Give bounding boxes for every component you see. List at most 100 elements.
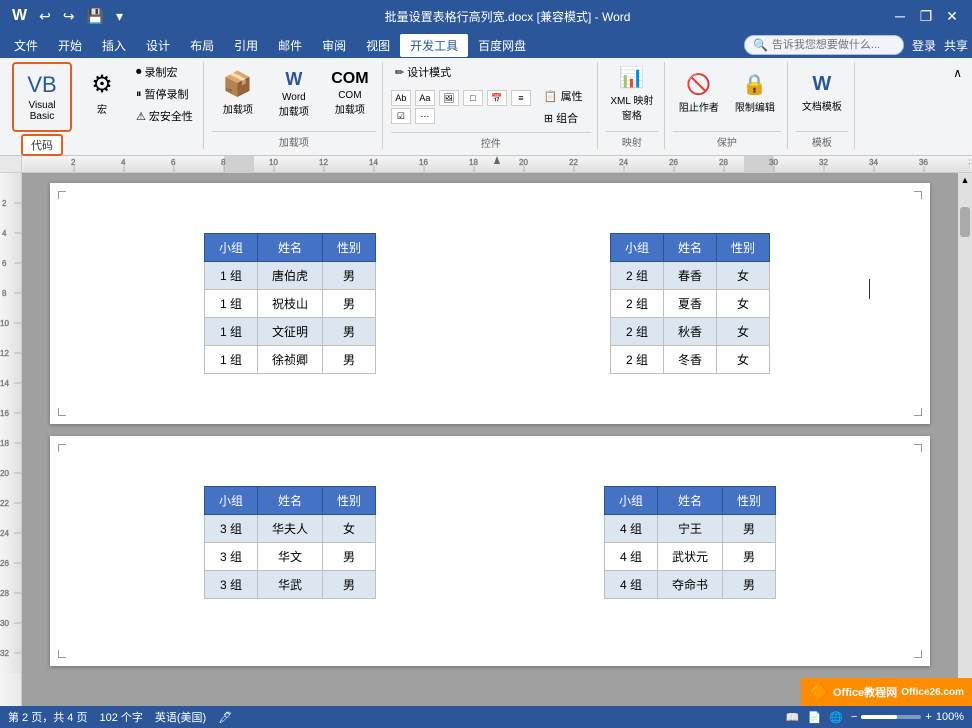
zoom-in-btn[interactable]: + — [925, 711, 931, 723]
menu-view[interactable]: 视图 — [356, 34, 400, 57]
table4-col-group: 小组 — [604, 487, 657, 515]
ctrl-chk-icon[interactable]: ☑ — [391, 108, 411, 124]
search-input[interactable] — [772, 39, 892, 51]
table4-col-gender: 性别 — [723, 487, 776, 515]
page-section-4: 小组 姓名 性别 4 组宁王男4 组武状元男4 组夺命书男 — [510, 466, 870, 636]
table-row: 3 组华武男 — [204, 571, 375, 599]
document-area[interactable]: 小组 姓名 性别 1 组唐伯虎男1 组祝枝山男1 组文征明男1 组徐祯卿男 小组 — [22, 173, 958, 707]
security-icon: ⚠ — [136, 110, 146, 123]
group-btn[interactable]: ⊞ 组合 — [540, 108, 587, 128]
status-bar: 第 2 页，共 4 页 102 个字 英语(美国) 🖊 📖 📄 🌐 − + 10… — [0, 706, 972, 728]
table1-col-group: 小组 — [204, 234, 257, 262]
table-cell: 女 — [717, 290, 770, 318]
ctrl-img-icon[interactable]: 🖼 — [439, 90, 459, 106]
xml-map-button[interactable]: 📊 XML 映射窗格 — [606, 62, 658, 124]
macro-small-buttons: ⏺ 录制宏 ⏸ 暂停录制 ⚠ 宏安全性 — [132, 62, 197, 126]
menu-file[interactable]: 文件 — [4, 34, 48, 57]
macro-button[interactable]: ⚙ 宏 — [76, 62, 128, 124]
menu-review[interactable]: 审阅 — [312, 34, 356, 57]
design-mode-btn[interactable]: ✏ 设计模式 — [391, 62, 455, 82]
table-row: 1 组唐伯虎男 — [204, 262, 375, 290]
table-row: 2 组春香女 — [610, 262, 769, 290]
ctrl-date-icon[interactable]: 📅 — [487, 90, 507, 106]
svg-text:16: 16 — [0, 409, 9, 418]
restrict-edit-button[interactable]: 🔒 限制编辑 — [729, 62, 781, 124]
visual-basic-button[interactable]: VB Visual Basic — [12, 62, 72, 132]
word-addins-button[interactable]: W Word加载项 — [268, 62, 320, 124]
watermark-url: Office26.com — [901, 687, 964, 698]
record-macro-button[interactable]: ⏺ 录制宏 — [132, 62, 197, 82]
word-icon: W — [8, 5, 31, 27]
redo-btn[interactable]: ↪ — [59, 6, 79, 27]
minimize-btn[interactable]: ─ — [888, 4, 912, 28]
controls-group-content: ✏ 设计模式 Ab Aa 🖼 □ 📅 ≡ ☑ — [391, 62, 591, 128]
ribbon-collapse-btn[interactable]: ∧ — [949, 62, 966, 84]
table4-col-name: 姓名 — [657, 487, 722, 515]
read-mode-btn[interactable]: 📖 — [786, 711, 800, 724]
doc-template-icon: W — [812, 73, 831, 96]
group-label: 组合 — [556, 110, 578, 126]
menu-insert[interactable]: 插入 — [92, 34, 136, 57]
menu-layout[interactable]: 布局 — [180, 34, 224, 57]
table-cell: 冬香 — [663, 346, 716, 374]
menu-references[interactable]: 引用 — [224, 34, 268, 57]
table3-col-name: 姓名 — [257, 487, 322, 515]
svg-text:4: 4 — [121, 158, 126, 167]
window-title: 批量设置表格行高列宽.docx [兼容模式] - Word — [127, 8, 888, 25]
table-row: 2 组秋香女 — [610, 318, 769, 346]
table-row: 3 组华文男 — [204, 543, 375, 571]
status-bar-left: 第 2 页，共 4 页 102 个字 英语(美国) 🖊 — [8, 709, 232, 725]
macro-security-button[interactable]: ⚠ 宏安全性 — [132, 106, 197, 126]
svg-text:36: 36 — [919, 158, 928, 167]
undo-btn[interactable]: ↩ — [35, 6, 55, 27]
ctrl-more-icon[interactable]: ⋯ — [415, 108, 435, 124]
table-cell: 2 组 — [610, 290, 663, 318]
ctrl-ab-icon[interactable]: Ab — [391, 90, 411, 106]
search-box[interactable]: 🔍 — [744, 35, 904, 55]
menu-design[interactable]: 设计 — [136, 34, 180, 57]
customize-btn[interactable]: ▾ — [112, 6, 127, 27]
ctrl-aa-icon[interactable]: Aa — [415, 90, 435, 106]
ctrl-sq-icon[interactable]: □ — [463, 90, 483, 106]
restore-btn[interactable]: ❐ — [914, 4, 938, 28]
svg-text:14: 14 — [0, 379, 9, 388]
scroll-up-btn[interactable]: ▲ — [958, 173, 972, 187]
menu-developer[interactable]: 开发工具 — [400, 34, 468, 57]
properties-btn[interactable]: 📋 属性 — [540, 86, 587, 106]
page-section-1: 小组 姓名 性别 1 组唐伯虎男1 组祝枝山男1 组文征明男1 组徐祯卿男 — [110, 213, 470, 394]
addins-button[interactable]: 📦 加载项 — [212, 62, 264, 124]
block-authors-icon: 🚫 — [686, 72, 711, 97]
table-cell: 4 组 — [604, 543, 657, 571]
share-btn[interactable]: 共享 — [944, 37, 968, 54]
web-layout-btn[interactable]: 🌐 — [829, 711, 843, 724]
scroll-thumb[interactable] — [960, 207, 970, 237]
language: 英语(美国) — [155, 709, 206, 725]
print-layout-btn[interactable]: 📄 — [808, 711, 822, 724]
svg-text:10: 10 — [269, 158, 278, 167]
svg-text:22: 22 — [569, 158, 578, 167]
save-btn[interactable]: 💾 — [83, 6, 108, 27]
block-authors-button[interactable]: 🚫 阻止作者 — [673, 62, 725, 124]
table-cell: 宁王 — [657, 515, 722, 543]
menu-home[interactable]: 开始 — [48, 34, 92, 57]
menu-baidu[interactable]: 百度网盘 — [468, 34, 536, 57]
table-cell: 4 组 — [604, 571, 657, 599]
pause-record-button[interactable]: ⏸ 暂停录制 — [132, 84, 197, 104]
menu-mailings[interactable]: 邮件 — [268, 34, 312, 57]
page-section-2: 小组 姓名 性别 2 组春香女2 组夏香女2 组秋香女2 组冬香女 — [510, 213, 870, 394]
mapping-group-content: 📊 XML 映射窗格 — [606, 62, 658, 127]
macro-label: 宏 — [97, 101, 107, 116]
zoom-slider[interactable] — [861, 715, 921, 719]
doc-template-button[interactable]: W 文档模板 — [796, 62, 848, 124]
svg-text:6: 6 — [2, 259, 7, 268]
svg-text:4: 4 — [2, 229, 7, 238]
close-btn[interactable]: ✕ — [940, 4, 964, 28]
text-cursor — [869, 279, 870, 299]
table-2: 小组 姓名 性别 2 组春香女2 组夏香女2 组秋香女2 组冬香女 — [610, 233, 770, 374]
login-btn[interactable]: 登录 — [912, 37, 936, 54]
protection-group-content: 🚫 阻止作者 🔒 限制编辑 — [673, 62, 781, 127]
vertical-scrollbar[interactable]: ▲ ▼ — [958, 173, 972, 707]
zoom-out-btn[interactable]: − — [851, 711, 857, 723]
com-addins-button[interactable]: COM COM加载项 — [324, 62, 376, 124]
ctrl-list-icon[interactable]: ≡ — [511, 90, 531, 106]
